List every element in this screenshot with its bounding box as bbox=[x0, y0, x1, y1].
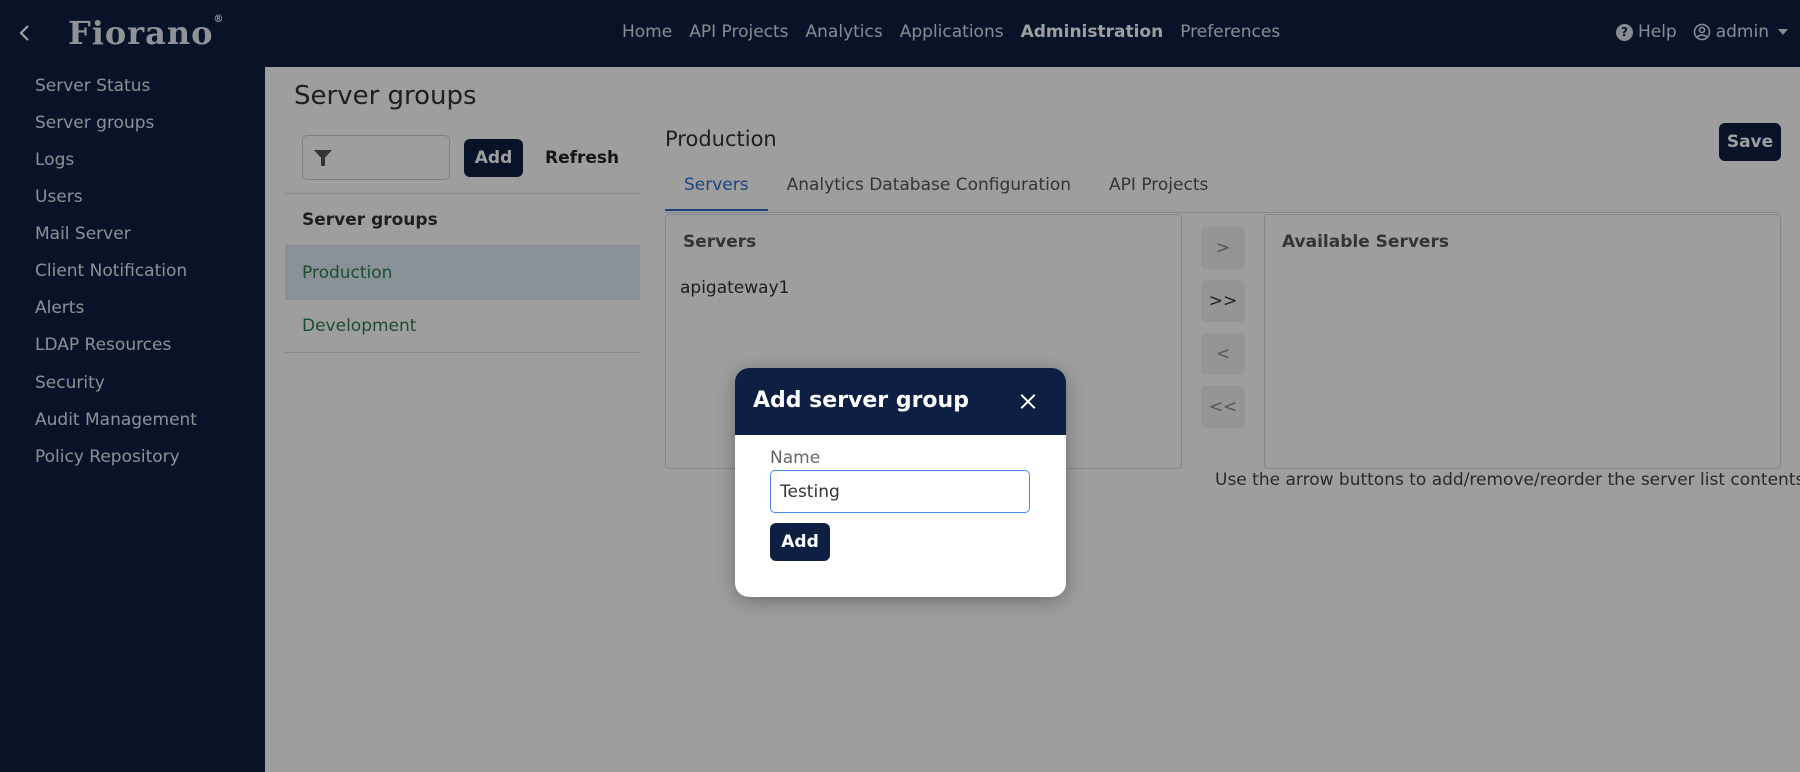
close-icon[interactable] bbox=[1016, 390, 1040, 414]
name-field-label: Name bbox=[770, 448, 821, 468]
dialog-add-button[interactable]: Add bbox=[770, 523, 830, 561]
dialog-header: Add server group bbox=[735, 368, 1066, 435]
dialog-title: Add server group bbox=[753, 388, 969, 413]
add-server-group-dialog: Add server group Name Add bbox=[735, 368, 1066, 597]
name-field[interactable] bbox=[770, 470, 1030, 513]
